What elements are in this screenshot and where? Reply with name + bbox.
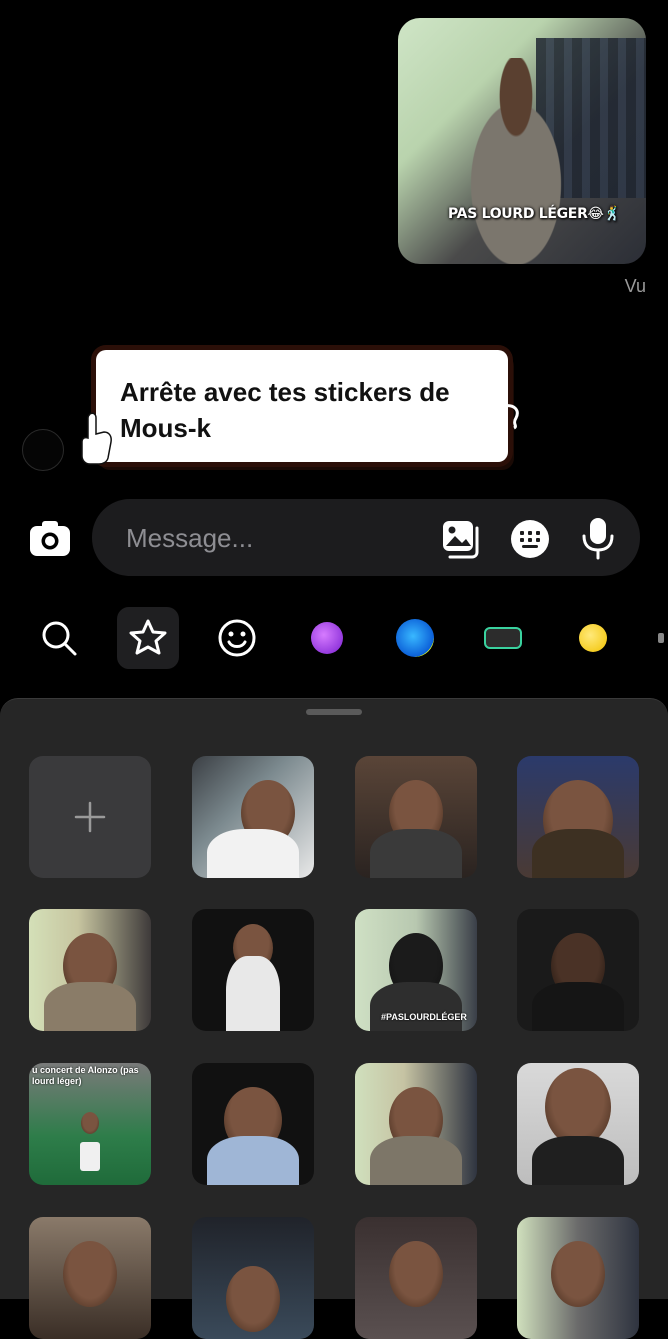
sticker-person-body xyxy=(531,982,625,1031)
received-sticker[interactable]: Arrête avec tes stickers de Mous-k xyxy=(96,350,508,462)
sticker-person xyxy=(226,1265,280,1332)
sticker-person xyxy=(446,58,586,264)
microphone-button[interactable] xyxy=(578,516,618,560)
sticker-thumbnail[interactable] xyxy=(29,1217,151,1339)
camera-button[interactable] xyxy=(28,516,72,560)
sticker-person xyxy=(63,1241,117,1308)
tab-pack-2[interactable] xyxy=(384,607,446,669)
blue-creature-icon xyxy=(396,619,434,657)
search-icon xyxy=(42,621,77,656)
sticker-panel: #PASLOURDLÉGER u concert de Alonzo (pas … xyxy=(0,698,668,1339)
star-icon xyxy=(129,619,167,655)
sticker-tail-icon xyxy=(503,404,519,430)
sticker-person xyxy=(551,1241,605,1308)
tab-pack-1[interactable] xyxy=(296,607,358,669)
tab-search[interactable] xyxy=(28,607,90,669)
sticker-thumbnail[interactable]: #PASLOURDLÉGER xyxy=(355,909,477,1031)
seen-status: Vu xyxy=(624,276,646,296)
sticker-person xyxy=(81,1111,99,1134)
panel-drag-handle[interactable] xyxy=(306,709,362,715)
add-sticker-button[interactable] xyxy=(29,756,151,878)
sticker-thumbnail[interactable] xyxy=(517,756,639,878)
sent-sticker[interactable]: PAS LOURD LÉGER😂🕺 xyxy=(398,18,646,264)
sticker-caption: #PASLOURDLÉGER xyxy=(381,1012,467,1022)
sticker-person xyxy=(389,1241,443,1308)
sticker-thumbnail[interactable] xyxy=(355,1063,477,1185)
green-creature-icon xyxy=(484,627,522,649)
sticker-person-body xyxy=(43,982,137,1031)
tab-favorites[interactable] xyxy=(117,607,179,669)
sticker-person-body xyxy=(531,1136,625,1185)
partial-pack-icon xyxy=(658,633,664,643)
sticker-thumbnail[interactable] xyxy=(192,756,314,878)
received-sticker-text: Arrête avec tes stickers de Mous-k xyxy=(120,377,450,443)
sticker-person-body xyxy=(226,955,280,1031)
sticker-person-body xyxy=(531,829,625,878)
sticker-thumbnail[interactable] xyxy=(192,909,314,1031)
sticker-thumbnail[interactable] xyxy=(517,909,639,1031)
plus-icon xyxy=(74,801,106,833)
message-bar xyxy=(92,499,640,578)
sticker-person-body xyxy=(80,1141,100,1171)
smiley-icon xyxy=(218,619,256,657)
sticker-thumbnail[interactable] xyxy=(355,756,477,878)
sticker-thumbnail[interactable] xyxy=(192,1063,314,1185)
sticker-thumbnail[interactable] xyxy=(355,1217,477,1339)
avatar[interactable] xyxy=(22,429,64,471)
sticker-thumbnail[interactable] xyxy=(29,909,151,1031)
sticker-keyboard-button[interactable] xyxy=(509,518,551,560)
message-input[interactable] xyxy=(124,499,428,578)
purple-creature-icon xyxy=(311,622,343,654)
sent-sticker-caption: PAS LOURD LÉGER😂🕺 xyxy=(448,206,621,222)
sticker-thumbnail[interactable] xyxy=(517,1217,639,1339)
sticker-thumbnail[interactable]: u concert de Alonzo (pas lourd léger) xyxy=(29,1063,151,1185)
tab-pack-4[interactable] xyxy=(562,607,624,669)
pointing-hand-icon xyxy=(81,412,112,465)
sticker-person-body xyxy=(206,1136,300,1185)
tab-emoji[interactable] xyxy=(206,607,268,669)
sticker-person-body xyxy=(369,982,463,1031)
sticker-person xyxy=(545,1067,611,1146)
tab-pack-3[interactable] xyxy=(472,607,534,669)
sticker-person-body xyxy=(369,1136,463,1185)
sticker-thumbnail[interactable] xyxy=(192,1217,314,1339)
gallery-button[interactable] xyxy=(440,518,482,560)
tab-pack-5[interactable] xyxy=(654,607,668,669)
sticker-person-body xyxy=(206,829,300,878)
sticker-caption: u concert de Alonzo (pas lourd léger) xyxy=(32,1065,139,1086)
sticker-person-body xyxy=(369,829,463,878)
sticker-thumbnail[interactable] xyxy=(517,1063,639,1185)
yellow-duck-icon xyxy=(579,624,607,652)
